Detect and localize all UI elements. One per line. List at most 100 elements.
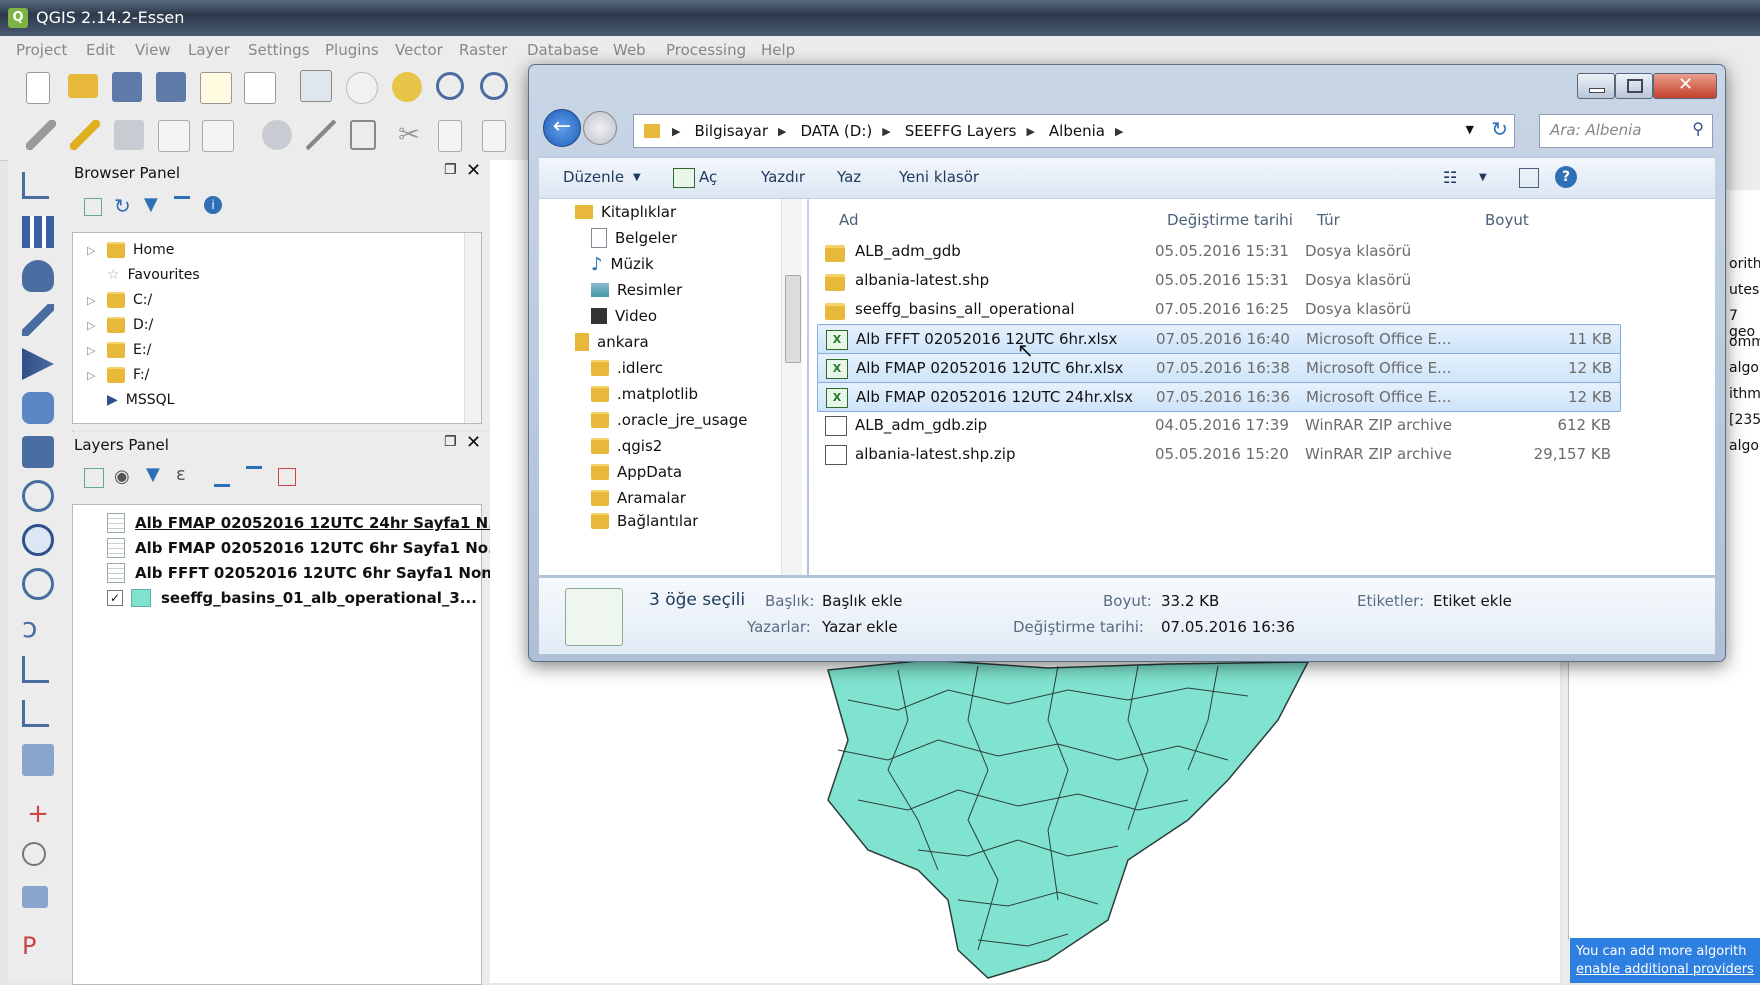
layer-item[interactable]: Alb FMAP 02052016 12UTC 6hr Sayfa1 No...: [107, 536, 505, 560]
add-db2-layer-icon[interactable]: [22, 436, 54, 468]
forward-button[interactable]: [583, 111, 617, 145]
refresh-icon[interactable]: ↻: [1491, 117, 1508, 141]
chevron-right-icon[interactable]: ▶: [1115, 125, 1123, 138]
open-button[interactable]: Aç: [699, 168, 717, 186]
filter-legend-icon[interactable]: ▼: [146, 464, 160, 485]
add-part-icon[interactable]: [22, 886, 48, 908]
title-value[interactable]: Başlık ekle: [822, 592, 902, 610]
nav-item[interactable]: .qgis2: [591, 433, 662, 459]
nav-item[interactable]: .oracle_jre_usage: [591, 407, 747, 433]
browser-item-d-drive[interactable]: ▷ D:/: [87, 314, 153, 336]
filter-icon[interactable]: ▼: [144, 194, 158, 215]
expand-icon[interactable]: ▷: [87, 244, 99, 257]
node-tool-icon[interactable]: [262, 120, 292, 150]
preview-pane-icon[interactable]: [1519, 168, 1539, 188]
delete-selected-icon[interactable]: [350, 120, 376, 150]
menu-edit[interactable]: Edit: [86, 41, 115, 59]
burn-button[interactable]: Yaz: [837, 168, 861, 186]
browser-scrollbar[interactable]: [464, 233, 481, 423]
move-feature-icon[interactable]: [202, 120, 234, 152]
info-icon[interactable]: i: [204, 196, 222, 214]
nav-item[interactable]: .matplotlib: [591, 381, 698, 407]
new-project-icon[interactable]: [26, 72, 50, 104]
view-options-icon[interactable]: ☷: [1443, 168, 1457, 187]
menu-raster[interactable]: Raster: [459, 41, 507, 59]
breadcrumb-item[interactable]: SEEFFG Layers: [905, 122, 1017, 140]
organize-menu[interactable]: Düzenle: [563, 168, 624, 186]
open-project-icon[interactable]: [68, 74, 98, 98]
column-header-name[interactable]: Ad: [839, 211, 859, 229]
back-button[interactable]: ←: [543, 109, 581, 147]
nav-scrollbar[interactable]: [781, 199, 802, 575]
layer-visibility-checkbox[interactable]: ✓: [107, 590, 123, 606]
add-wcs-layer-icon[interactable]: [22, 524, 54, 556]
expand-icon[interactable]: ▷: [87, 319, 99, 332]
maximize-button[interactable]: [1615, 73, 1653, 99]
browser-item-e-drive[interactable]: ▷ E:/: [87, 339, 151, 361]
copy-features-icon[interactable]: [438, 120, 462, 152]
breadcrumb-item[interactable]: DATA (D:): [801, 122, 873, 140]
file-row[interactable]: albania-latest.shp 05.05.2016 15:31 Dosy…: [817, 266, 1619, 294]
add-oracle-layer-icon[interactable]: [22, 392, 54, 424]
cut-features-icon[interactable]: ✂: [394, 120, 424, 150]
add-feature-icon[interactable]: [158, 120, 190, 152]
menu-web[interactable]: Web: [613, 41, 646, 59]
layer-item[interactable]: Alb FMAP 02052016 12UTC 24hr Sayfa1 N...: [107, 511, 505, 535]
current-edits-icon[interactable]: [26, 120, 56, 150]
paste-features-icon[interactable]: [482, 120, 506, 152]
add-point-icon[interactable]: +: [22, 798, 54, 830]
new-shapefile-icon[interactable]: [22, 700, 49, 727]
add-mssql-layer-icon[interactable]: [22, 348, 54, 380]
zoom-in-icon[interactable]: [436, 72, 464, 100]
refresh-icon[interactable]: ↻: [114, 194, 131, 218]
remove-layer-icon[interactable]: [278, 468, 296, 486]
layer-item[interactable]: Alb FFFT 02052016 12UTC 6hr Sayfa1 None: [107, 561, 502, 585]
menu-view[interactable]: View: [135, 41, 171, 59]
nav-item[interactable]: Aramalar: [591, 485, 686, 511]
file-row[interactable]: X Alb FMAP 02052016 12UTC 6hr.xlsx 07.05…: [817, 353, 1621, 383]
expand-all-icon[interactable]: [214, 466, 230, 487]
file-row[interactable]: seeffg_basins_all_operational 07.05.2016…: [817, 295, 1619, 323]
manage-visibility-icon[interactable]: ◉: [114, 466, 130, 487]
nav-item[interactable]: Kitaplıklar: [575, 199, 676, 225]
file-row[interactable]: ALB_adm_gdb.zip 04.05.2016 17:39 WinRAR …: [817, 411, 1619, 439]
menu-help[interactable]: Help: [761, 41, 795, 59]
expand-icon[interactable]: ▷: [87, 294, 99, 307]
filter-expression-icon[interactable]: ε: [176, 464, 186, 485]
composer-manager-icon[interactable]: [244, 72, 276, 104]
save-as-icon[interactable]: [156, 72, 186, 102]
chevron-right-icon[interactable]: ▶: [1026, 125, 1034, 138]
nav-item[interactable]: ♪ Müzik: [591, 251, 654, 277]
authors-value[interactable]: Yazar ekle: [822, 618, 898, 636]
float-panel-icon[interactable]: ❐: [444, 434, 457, 450]
help-icon[interactable]: ?: [1555, 166, 1577, 188]
search-icon[interactable]: ⚲: [1692, 119, 1704, 138]
add-wms-layer-icon[interactable]: [22, 480, 54, 512]
browser-item-mssql[interactable]: ▶ MSSQL: [87, 389, 174, 411]
new-spatialite-icon[interactable]: [22, 744, 54, 776]
nav-item[interactable]: Belgeler: [591, 225, 677, 251]
pan-to-selection-icon[interactable]: [392, 72, 422, 102]
add-spatialite-layer-icon[interactable]: [22, 304, 54, 336]
collapse-all-icon[interactable]: [246, 466, 262, 487]
scrollbar-thumb[interactable]: [785, 275, 801, 363]
nav-item[interactable]: AppData: [591, 459, 682, 485]
collapse-all-icon[interactable]: [174, 196, 190, 215]
fill-ring-icon[interactable]: P: [22, 930, 54, 962]
address-dropdown-icon[interactable]: ▼: [1466, 123, 1474, 136]
save-project-icon[interactable]: [112, 72, 142, 102]
column-header-size[interactable]: Boyut: [1485, 211, 1529, 229]
save-edits-icon[interactable]: [114, 120, 144, 150]
menu-plugins[interactable]: Plugins: [325, 41, 379, 59]
layer-item[interactable]: ✓ seeffg_basins_01_alb_operational_3...: [107, 586, 477, 610]
add-postgis-layer-icon[interactable]: [22, 260, 54, 292]
menu-settings[interactable]: Settings: [248, 41, 310, 59]
close-panel-icon[interactable]: ✕: [466, 160, 481, 181]
menu-vector[interactable]: Vector: [395, 41, 443, 59]
menu-processing[interactable]: Processing: [666, 41, 746, 59]
add-delimited-text-icon[interactable]: ɔ: [22, 612, 54, 644]
breadcrumb-item[interactable]: Albenia: [1049, 122, 1105, 140]
chevron-right-icon[interactable]: ▶: [882, 125, 890, 138]
breadcrumb-item[interactable]: Bilgisayar: [694, 122, 768, 140]
nav-item[interactable]: Video: [591, 303, 657, 329]
